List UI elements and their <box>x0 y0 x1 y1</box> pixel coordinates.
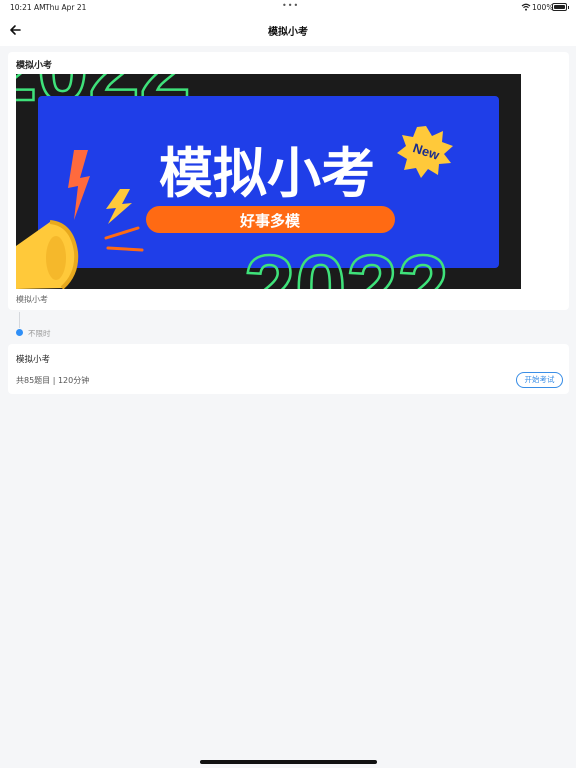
battery-icon <box>552 3 569 11</box>
battery-percent: 100% <box>532 3 554 12</box>
timeline-dot-icon <box>16 329 23 336</box>
status-bar: 10:21 AM Thu Apr 21 ••• 100% <box>0 0 576 14</box>
timeline-line <box>19 312 20 328</box>
status-time: 10:21 AM <box>10 3 46 12</box>
banner-tagline: 好事多模 <box>239 212 301 230</box>
exam-name: 模拟小考 <box>16 355 51 365</box>
page-title: 模拟小考 <box>268 27 308 38</box>
section-title: 模拟小考 <box>16 61 53 71</box>
banner-headline: 模拟小考 <box>159 142 375 205</box>
exam-intro-card: 模拟小考 2022 2022 模拟小考 好事多模 New 模拟小考 <box>8 52 569 310</box>
start-exam-button[interactable]: 开始考试 <box>516 372 563 388</box>
exam-meta: 共85题目 | 120分钟 <box>16 376 90 385</box>
time-limit-label: 不限时 <box>28 329 51 338</box>
wifi-icon <box>521 3 531 11</box>
exam-list-item: 模拟小考 共85题目 | 120分钟 开始考试 <box>8 344 569 394</box>
nav-bar: 模拟小考 <box>0 14 576 46</box>
multitasking-dots-icon[interactable]: ••• <box>282 1 299 10</box>
banner-caption: 模拟小考 <box>16 295 48 304</box>
exam-banner: 2022 2022 模拟小考 好事多模 New <box>16 74 521 289</box>
banner-year-bottom: 2022 <box>244 237 449 289</box>
home-indicator[interactable] <box>200 760 377 764</box>
status-date: Thu Apr 21 <box>45 3 87 12</box>
